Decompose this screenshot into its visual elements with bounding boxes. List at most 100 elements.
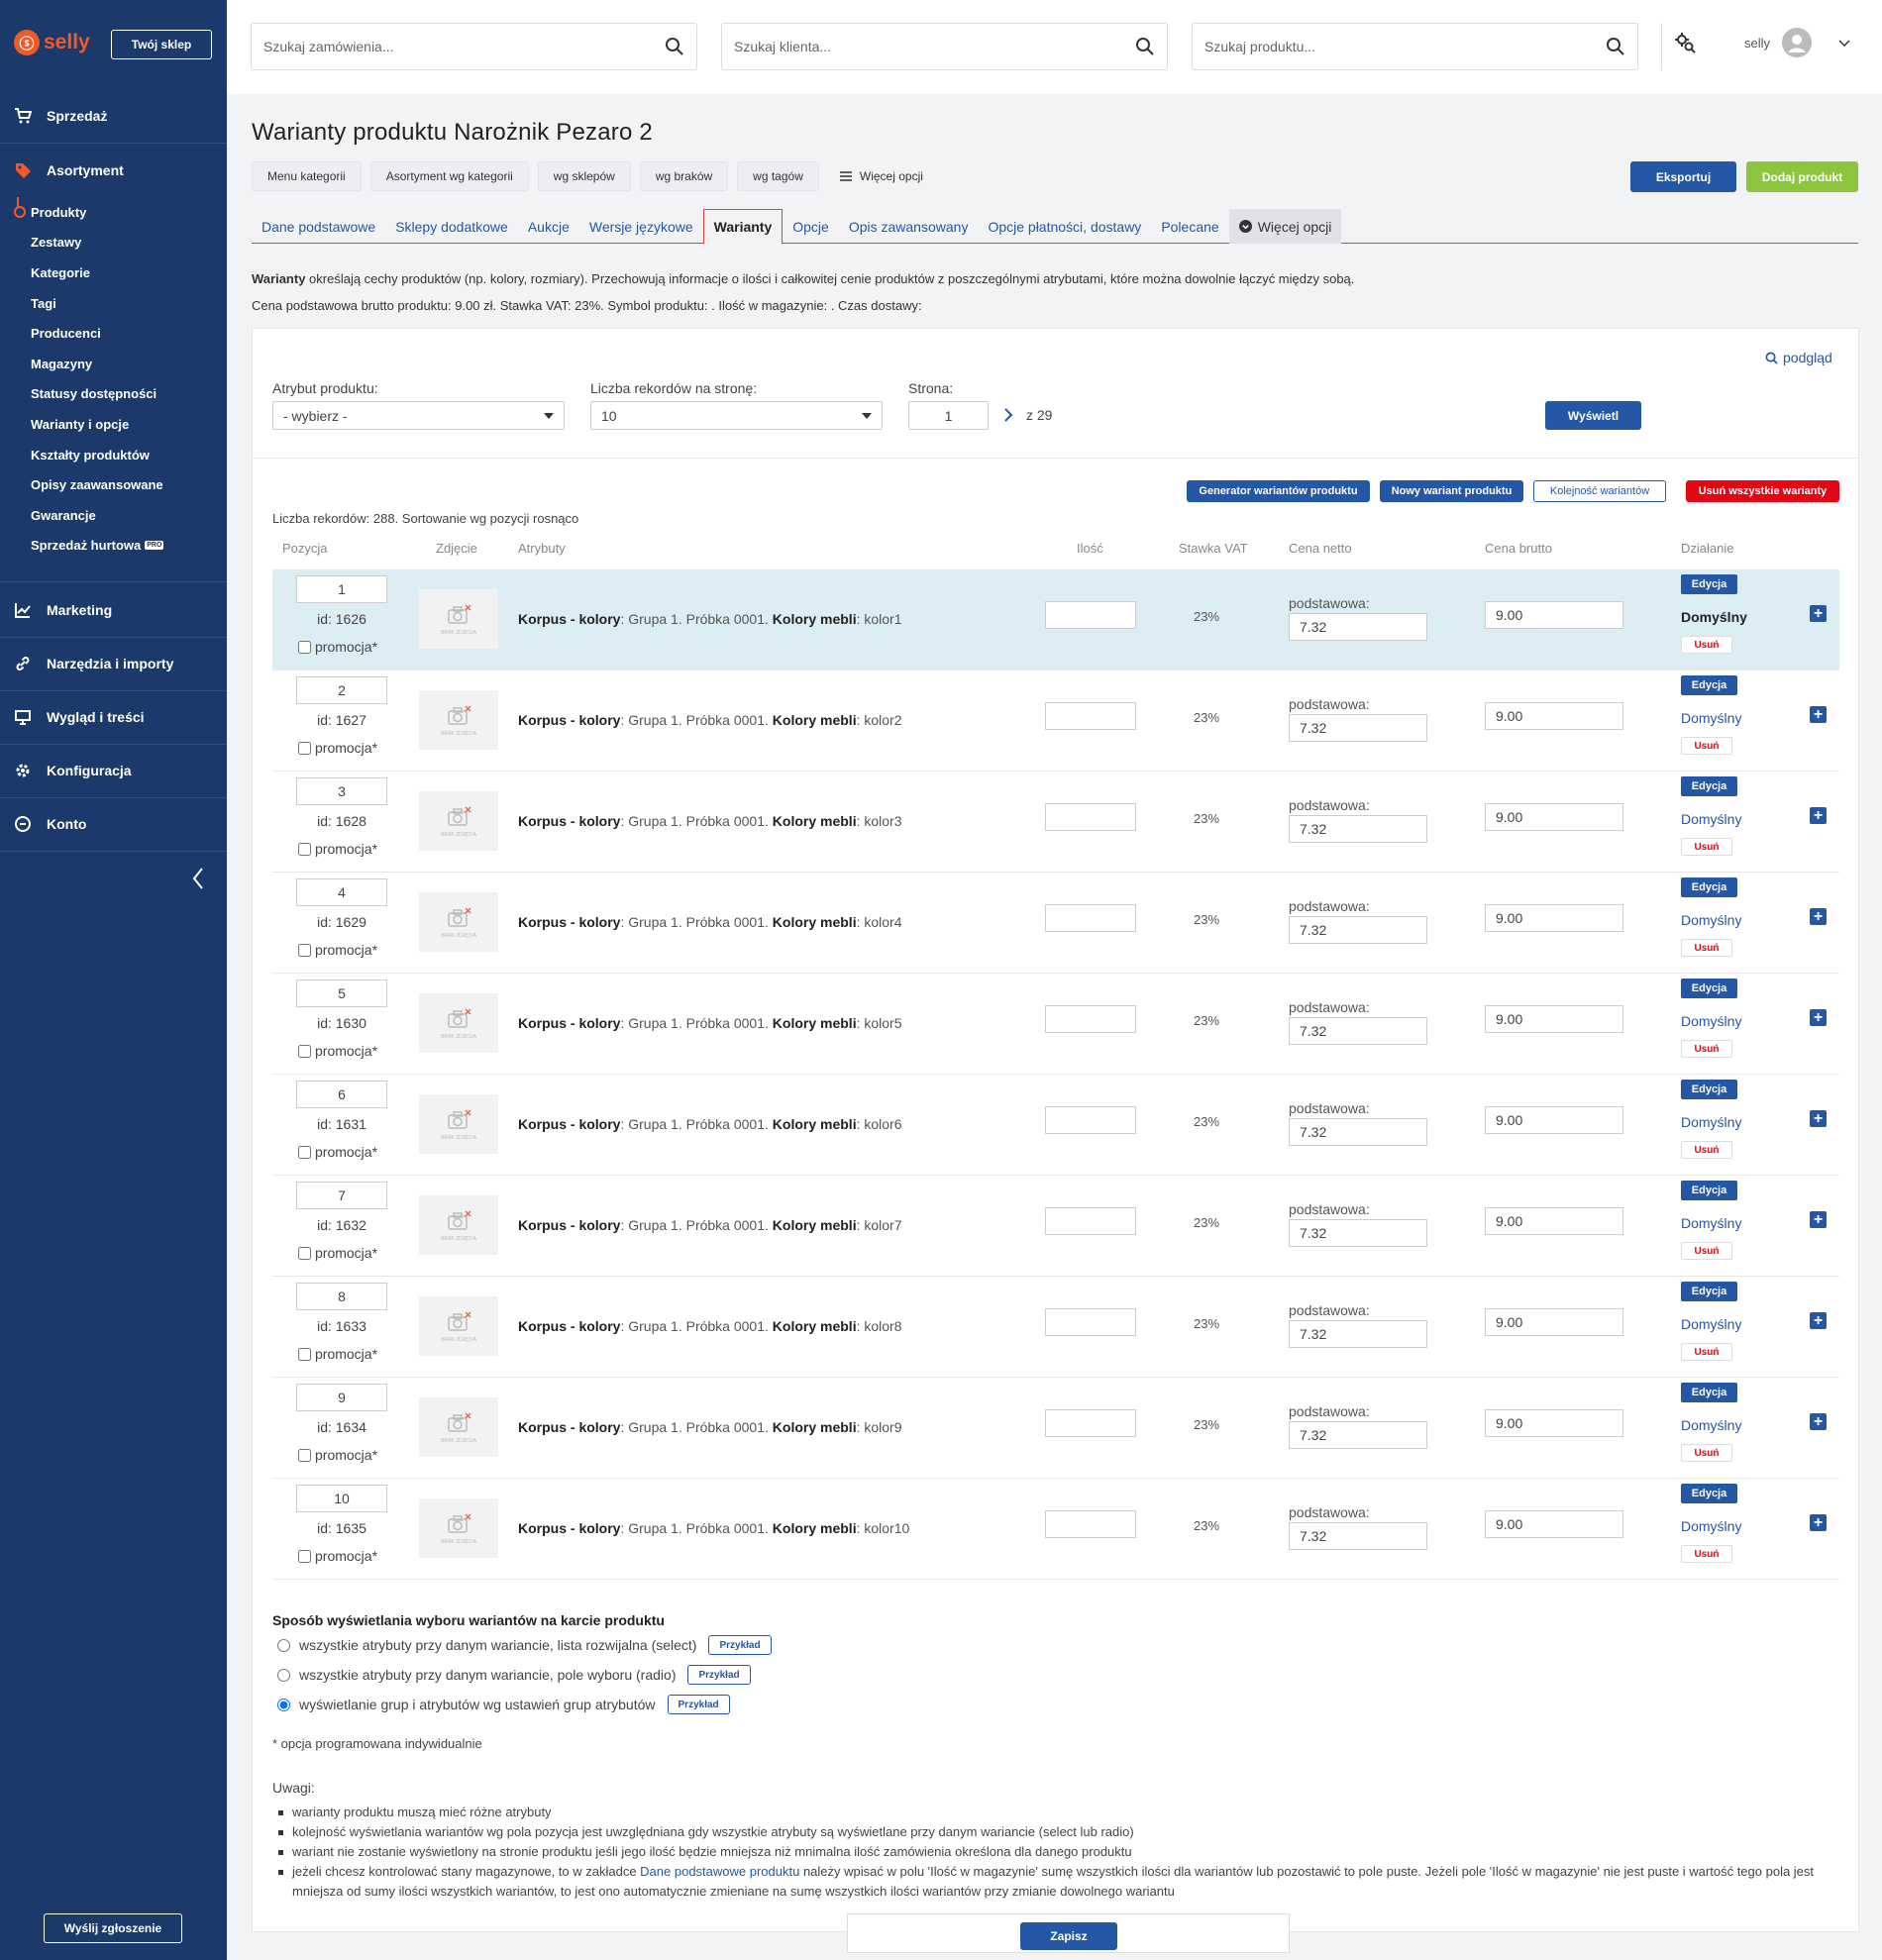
promo-checkbox-label[interactable]: promocja* [298,1346,377,1362]
variant-photo[interactable]: BRAK ZDJĘCIA [419,589,498,649]
save-button[interactable]: Zapisz [1020,1922,1117,1950]
net-price-input[interactable] [1289,815,1427,843]
position-input[interactable] [296,878,387,906]
nav-tools-imports[interactable]: Narzędzia i importy [0,637,227,690]
preview-link[interactable]: podgląd [1765,350,1832,365]
set-default-link[interactable]: Domyślny [1681,710,1741,726]
quantity-input[interactable] [1045,1005,1136,1033]
edit-button[interactable]: Edycja [1681,776,1737,796]
position-input[interactable] [296,980,387,1007]
edit-button[interactable]: Edycja [1681,1282,1737,1301]
send-report-button[interactable]: Wyślij zgłoszenie [44,1913,182,1943]
attribute-select[interactable]: - wybierz - [272,401,565,430]
delete-button[interactable]: Usuń [1681,838,1732,856]
assortment-by-category-button[interactable]: Asortyment wg kategorii [369,161,529,191]
search-products-input[interactable] [1204,39,1606,54]
promo-checkbox[interactable] [298,1347,311,1361]
net-price-input[interactable] [1289,613,1427,641]
show-button[interactable]: Wyświetl [1545,401,1641,430]
net-price-input[interactable] [1289,916,1427,944]
edit-button[interactable]: Edycja [1681,1383,1737,1402]
gross-price-input[interactable] [1485,803,1623,831]
plus-icon[interactable]: + [1810,1514,1827,1531]
by-shortages-button[interactable]: wg braków [639,161,729,191]
plus-icon[interactable]: + [1810,706,1827,723]
quantity-input[interactable] [1045,904,1136,932]
nav-marketing[interactable]: Marketing [0,583,227,637]
display-option-radio-radio[interactable] [277,1668,290,1682]
by-tags-button[interactable]: wg tagów [737,161,819,191]
edit-button[interactable]: Edycja [1681,1080,1737,1099]
basic-data-link[interactable]: Dane podstawowe produktu [640,1864,799,1879]
net-price-input[interactable] [1289,1320,1427,1348]
promo-checkbox-label[interactable]: promocja* [298,1447,377,1463]
delete-button[interactable]: Usuń [1681,1545,1732,1563]
set-default-link[interactable]: Domyślny [1681,811,1741,827]
display-option-select-radio[interactable] [277,1638,290,1652]
plus-icon[interactable]: + [1810,807,1827,824]
position-input[interactable] [296,1384,387,1411]
next-page-icon[interactable] [1003,408,1013,422]
quantity-input[interactable] [1045,601,1136,629]
position-input[interactable] [296,575,387,603]
promo-checkbox-label[interactable]: promocja* [298,639,377,655]
tab-advanced-description[interactable]: Opis zawansowany [839,209,979,244]
per-page-select[interactable]: 10 [590,401,883,430]
variant-order-button[interactable]: Kolejność wariantów [1533,480,1666,502]
variant-photo[interactable]: BRAK ZDJĘCIA [419,690,498,750]
position-input[interactable] [296,1283,387,1310]
username[interactable]: selly [1744,36,1770,51]
avatar-icon[interactable] [1782,28,1813,57]
gross-price-input[interactable] [1485,1510,1623,1538]
subitem-warehouses[interactable]: Magazyny [31,349,227,379]
net-price-input[interactable] [1289,1017,1427,1045]
variant-photo[interactable]: BRAK ZDJĘCIA [419,892,498,952]
tab-language-versions[interactable]: Wersje językowe [579,209,703,244]
display-option-groups-radio[interactable] [277,1698,290,1711]
net-price-input[interactable] [1289,1421,1427,1449]
example-button-groups[interactable]: Przykład [667,1695,730,1714]
edit-button[interactable]: Edycja [1681,877,1737,897]
net-price-input[interactable] [1289,1522,1427,1550]
subitem-sets[interactable]: Zestawy [31,228,227,258]
net-price-input[interactable] [1289,1118,1427,1146]
promo-checkbox[interactable] [298,1246,311,1260]
more-options-link[interactable]: Więcej opcji [839,161,923,191]
tab-recommended[interactable]: Polecane [1151,209,1228,244]
nav-assortment[interactable]: Asortyment [0,144,227,197]
subitem-wholesale[interactable]: Sprzedaż hurtowa PRO [31,531,227,562]
edit-button[interactable]: Edycja [1681,675,1737,695]
promo-checkbox[interactable] [298,640,311,654]
your-shop-button[interactable]: Twój sklep [111,30,212,59]
variant-photo[interactable]: BRAK ZDJĘCIA [419,993,498,1053]
variant-generator-button[interactable]: Generator wariantów produktu [1187,480,1370,502]
add-product-button[interactable]: Dodaj produkt [1746,161,1858,192]
export-button[interactable]: Eksportuj [1630,161,1736,192]
promo-checkbox[interactable] [298,1448,311,1462]
search-icon[interactable] [665,37,684,56]
nav-sales[interactable]: Sprzedaż [0,89,227,143]
plus-icon[interactable]: + [1810,908,1827,925]
plus-icon[interactable]: + [1810,1312,1827,1329]
search-orders-input[interactable] [263,39,665,54]
gross-price-input[interactable] [1485,702,1623,730]
subitem-products[interactable]: Produkty [31,197,227,228]
position-input[interactable] [296,676,387,704]
nav-account[interactable]: Konto [0,797,227,851]
nav-appearance[interactable]: Wygląd i treści [0,690,227,744]
example-button-select[interactable]: Przykład [708,1635,772,1655]
promo-checkbox-label[interactable]: promocja* [298,1144,377,1160]
delete-button[interactable]: Usuń [1681,1242,1732,1260]
tab-more-options[interactable]: Więcej opcji [1228,209,1342,244]
position-input[interactable] [296,1485,387,1512]
promo-checkbox[interactable] [298,1145,311,1159]
quantity-input[interactable] [1045,1510,1136,1538]
plus-icon[interactable]: + [1810,605,1827,622]
selly-logo[interactable]: ⓢ selly [14,30,90,55]
position-input[interactable] [296,777,387,805]
delete-button[interactable]: Usuń [1681,636,1732,654]
quantity-input[interactable] [1045,702,1136,730]
edit-button[interactable]: Edycja [1681,1181,1737,1200]
delete-button[interactable]: Usuń [1681,939,1732,957]
delete-button[interactable]: Usuń [1681,1040,1732,1058]
